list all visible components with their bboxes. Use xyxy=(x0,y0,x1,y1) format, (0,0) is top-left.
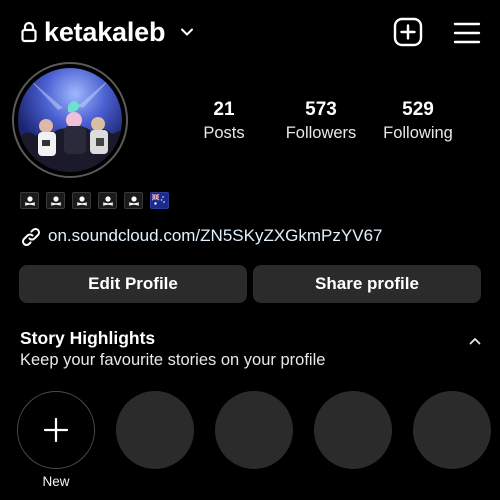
avatar[interactable] xyxy=(18,68,122,172)
highlight-placeholder xyxy=(215,391,293,469)
following-count: 529 xyxy=(402,99,434,120)
following-label: Following xyxy=(383,124,453,142)
pirate-flag-icon xyxy=(46,192,65,209)
lock-icon xyxy=(21,21,37,43)
edit-profile-button[interactable]: Edit Profile xyxy=(19,265,247,303)
following-stat[interactable]: 529 Following xyxy=(363,99,473,144)
pirate-flag-icon xyxy=(20,192,39,209)
posts-label: Posts xyxy=(203,124,245,142)
followers-count: 573 xyxy=(305,99,337,120)
chevron-down-icon[interactable] xyxy=(180,25,194,39)
plus-icon xyxy=(43,417,69,443)
menu-icon[interactable] xyxy=(452,18,482,48)
followers-stat[interactable]: 573 Followers xyxy=(266,99,376,144)
highlight-placeholder xyxy=(116,391,194,469)
highlight-placeholder xyxy=(314,391,392,469)
share-profile-button[interactable]: Share profile xyxy=(253,265,481,303)
highlights-subtitle: Keep your favourite stories on your prof… xyxy=(20,351,326,369)
australia-flag-icon xyxy=(150,192,169,209)
new-highlight-button[interactable] xyxy=(17,391,95,469)
pirate-flag-icon xyxy=(98,192,117,209)
profile-link[interactable]: on.soundcloud.com/ZN5SKyZXGkmPzYV67 xyxy=(48,224,382,248)
username[interactable]: ketakaleb xyxy=(44,15,165,49)
new-highlight-label: New xyxy=(42,474,70,489)
chevron-up-icon[interactable] xyxy=(467,335,483,347)
highlights-title: Story Highlights xyxy=(20,328,156,348)
pirate-flag-icon xyxy=(72,192,91,209)
bio-emojis xyxy=(20,192,169,209)
add-icon[interactable] xyxy=(392,16,424,48)
pirate-flag-icon xyxy=(124,192,143,209)
profile-photo-icon xyxy=(18,68,122,172)
link-icon xyxy=(21,227,41,247)
posts-stat[interactable]: 21 Posts xyxy=(169,99,279,144)
highlight-placeholder xyxy=(413,391,491,469)
posts-count: 21 xyxy=(213,99,235,120)
followers-label: Followers xyxy=(285,124,357,142)
